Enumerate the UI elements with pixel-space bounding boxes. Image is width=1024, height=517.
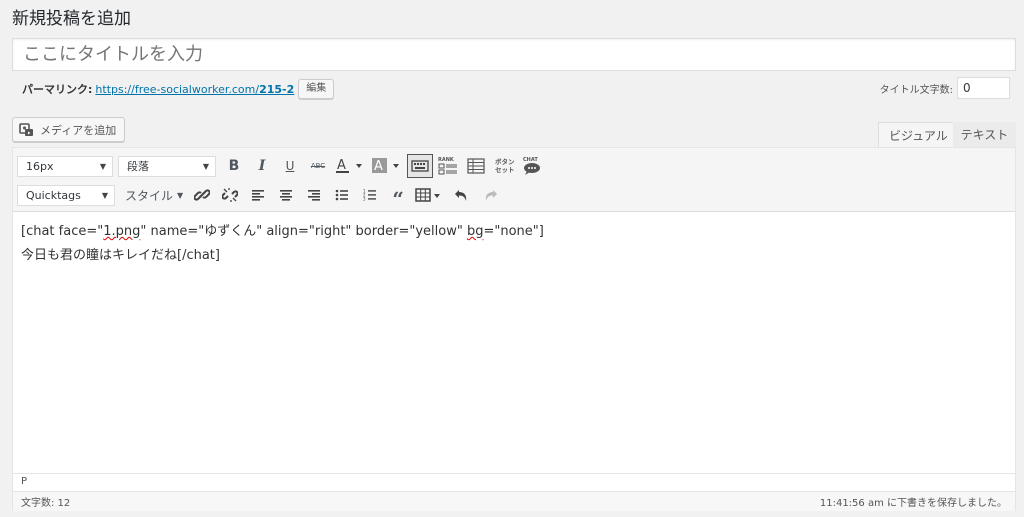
numbered-list-icon: 123 [363, 189, 377, 201]
table-list-button[interactable] [463, 154, 489, 178]
word-count: 文字数: 12 [21, 498, 71, 509]
add-media-button[interactable]: メディアを追加 [12, 117, 126, 142]
align-left-icon [251, 189, 265, 201]
table-list-icon [467, 158, 485, 174]
format-select[interactable]: 段落 ▼ [118, 155, 216, 177]
align-center-icon [279, 189, 293, 201]
strikethrough-button[interactable]: ABC [305, 154, 331, 178]
content-text: " name="ゆずくん" align="right" border="yell… [140, 224, 467, 239]
align-left-button[interactable] [245, 183, 271, 207]
numbered-list-button[interactable]: 123 [357, 183, 383, 207]
keyboard-icon [411, 159, 429, 173]
text-color-button[interactable]: A [333, 154, 367, 178]
tab-visual[interactable]: ビジュアル [878, 122, 959, 148]
align-right-icon [307, 189, 321, 201]
italic-icon: I [258, 158, 266, 174]
svg-text:RANK: RANK [438, 157, 455, 163]
toolbar-row-1: 16px ▼ 段落 ▼ B I U ABC A A RANK ボタン セット C… [17, 153, 547, 179]
rank-button[interactable]: RANK [435, 154, 461, 178]
post-title-input[interactable] [12, 38, 1016, 71]
content-line-2: 今日も君の瞳はキレイだね[/chat] [21, 248, 220, 263]
style-label: スタイル [125, 188, 174, 203]
strikethrough-icon: ABC [310, 162, 326, 170]
bold-button[interactable]: B [221, 154, 247, 178]
bold-icon: B [228, 158, 240, 174]
bullet-list-button[interactable] [329, 183, 355, 207]
chat-button[interactable]: CHAT [519, 154, 545, 178]
chevron-down-icon: ▼ [177, 190, 184, 200]
unlink-icon [222, 187, 239, 203]
quicktags-value: Quicktags [26, 188, 81, 202]
spellcheck-word: bg [466, 224, 484, 239]
insert-table-button[interactable] [413, 183, 447, 207]
page-title: 新規投稿を追加 [12, 9, 131, 29]
button-set-button[interactable]: ボタン セット [491, 154, 517, 178]
permalink-slug[interactable]: 215-2 [259, 83, 294, 96]
format-value: 段落 [127, 160, 149, 173]
chevron-down-icon: ▼ [101, 190, 108, 200]
permalink-row: パーマリンク: https://free-socialworker.com/21… [22, 78, 335, 100]
svg-text:A: A [337, 158, 346, 173]
permalink-url-base[interactable]: https://free-socialworker.com/ [95, 83, 259, 96]
text-color-icon: A [335, 157, 365, 175]
element-path[interactable]: P [13, 473, 1015, 491]
font-size-value: 16px [26, 159, 54, 173]
title-count-label: タイトル文字数: [879, 84, 953, 96]
align-right-button[interactable] [301, 183, 327, 207]
insert-link-button[interactable] [189, 183, 215, 207]
svg-text:CHAT: CHAT [523, 157, 538, 163]
title-char-count: タイトル文字数: 0 [880, 77, 1010, 99]
editor-content[interactable]: [chat face="1.png" name="ゆずくん" align="ri… [13, 212, 1015, 473]
tab-text[interactable]: テキスト [953, 122, 1016, 148]
permalink-edit-button[interactable]: 編集 [298, 79, 335, 99]
remove-link-button[interactable] [217, 183, 243, 207]
status-bar: 文字数: 12 11:41:56 am に下書きを保存しました。 [13, 491, 1015, 511]
italic-button[interactable]: I [249, 154, 275, 178]
button-set-icon: ボタン セット [493, 156, 515, 176]
undo-icon [454, 187, 470, 203]
align-center-button[interactable] [273, 183, 299, 207]
bullet-list-icon [335, 189, 349, 201]
rank-icon: RANK [437, 156, 459, 176]
link-icon [194, 187, 211, 203]
content-text: [chat face=" [21, 224, 104, 239]
quicktags-select[interactable]: Quicktags ▼ [17, 184, 115, 206]
font-size-select[interactable]: 16px ▼ [17, 155, 113, 177]
style-dropdown[interactable]: スタイル ▼ [125, 187, 183, 204]
svg-text:A: A [374, 159, 383, 174]
undo-button[interactable] [449, 183, 475, 207]
svg-text:ボタン: ボタン [495, 157, 515, 166]
underline-button[interactable]: U [277, 154, 303, 178]
toolbar-row-2: Quicktags ▼ スタイル ▼ 1 2 3 “ [17, 182, 505, 211]
editor-toolbar: 16px ▼ 段落 ▼ B I U ABC A A RANK ボタン セット C… [13, 148, 1015, 212]
permalink-link[interactable]: https://free-socialworker.com/215-2 [95, 83, 294, 96]
autosave-status: 11:41:56 am に下書きを保存しました。 [819, 498, 1007, 509]
underline-icon: U [285, 159, 295, 173]
redo-icon [482, 187, 498, 203]
chat-bubble-icon: CHAT [521, 156, 543, 176]
quote-icon: “ [392, 187, 404, 211]
spellcheck-word: 1.png [103, 224, 141, 239]
add-media-label: メディアを追加 [40, 123, 117, 137]
title-count-value: 0 [957, 77, 1010, 99]
redo-button[interactable] [477, 183, 503, 207]
media-icon [19, 122, 35, 137]
chevron-down-icon: ▼ [99, 161, 106, 171]
svg-text:セット: セット [495, 166, 515, 174]
svg-text:3: 3 [363, 197, 366, 202]
permalink-label: パーマリンク: [22, 83, 93, 96]
chevron-down-icon: ▼ [202, 161, 209, 171]
editor: 16px ▼ 段落 ▼ B I U ABC A A RANK ボタン セット C… [12, 147, 1016, 511]
content-text: ="none"] [483, 224, 544, 239]
table-icon [415, 187, 445, 203]
background-color-button[interactable]: A [369, 154, 405, 178]
blockquote-button[interactable]: “ [385, 183, 411, 211]
keyboard-button[interactable] [407, 154, 433, 178]
content-line-1: [chat face="1.png" name="ゆずくん" align="ri… [21, 220, 1007, 244]
background-color-icon: A [371, 157, 403, 175]
